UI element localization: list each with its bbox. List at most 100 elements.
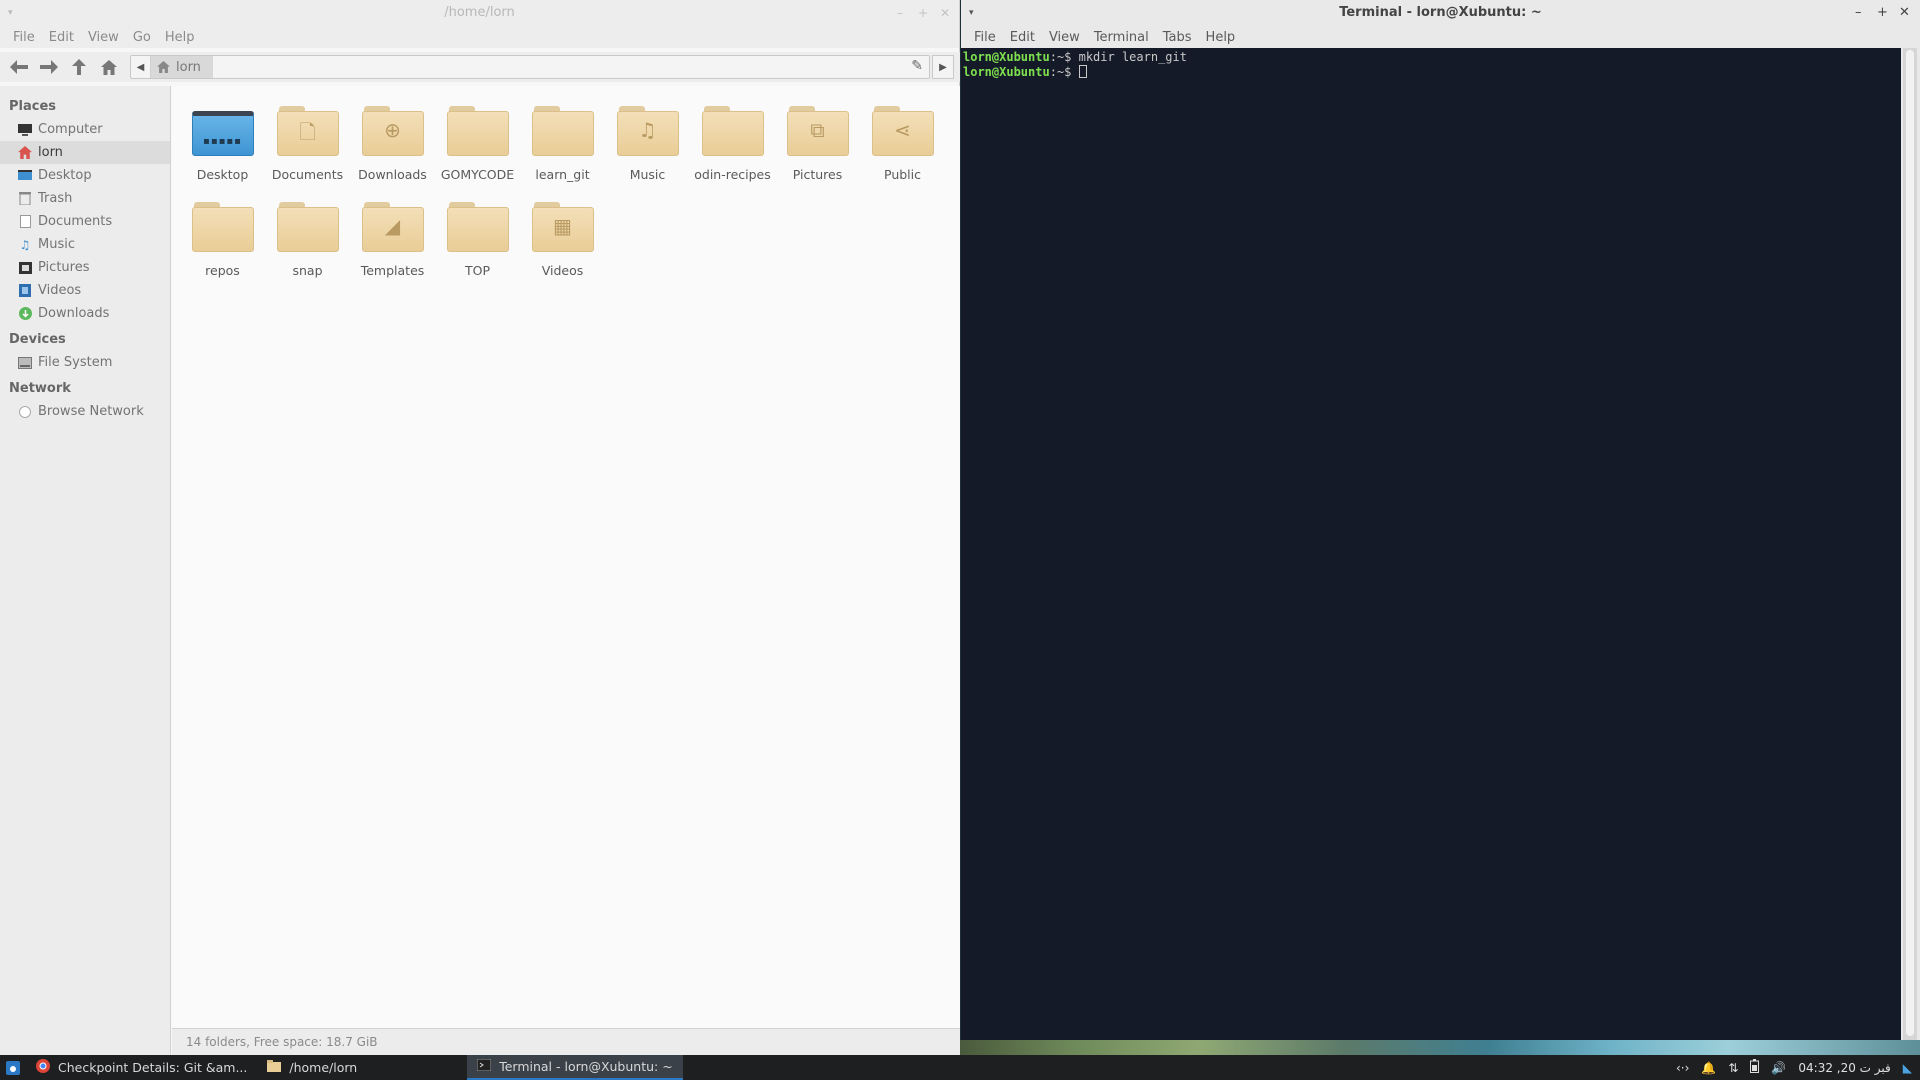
path-crumb-home[interactable]: lorn [151,56,213,78]
chrome-icon [36,1059,50,1076]
folder-item-videos[interactable]: ▦ Videos [520,198,605,278]
sidebar-item-label: File System [38,355,113,370]
sidebar-item-browse-network[interactable]: Browse Network [0,400,170,423]
sidebar-item-videos[interactable]: Videos [0,279,170,302]
folder-icon [191,202,254,252]
path-scroll-left-icon[interactable]: ◀ [131,56,151,78]
scrollbar-thumb[interactable] [1906,50,1914,1036]
folder-item-documents[interactable]: 🗋 Documents [265,102,350,182]
taskbar-item-file-manager[interactable]: /home/lorn [257,1055,367,1080]
path-bar[interactable]: ◀ lorn ✎ [130,55,930,79]
folder-item-desktop[interactable]: ▪▪▪▪▪ Desktop [180,102,265,182]
folder-item-odin-recipes[interactable]: odin-recipes [690,102,775,182]
folder-item-music[interactable]: ♫ Music [605,102,690,182]
folder-label: repos [205,263,240,278]
maximize-icon[interactable]: + [918,0,928,26]
folder-item-public[interactable]: ⋖ Public [860,102,945,182]
fm-titlebar[interactable]: ▾ /home/lorn – + ✕ [0,0,959,26]
minimize-icon[interactable]: – [897,0,903,26]
folder-icon [276,202,339,252]
terminal-scrollbar[interactable] [1903,48,1917,1040]
folder-item-templates[interactable]: ◢ Templates [350,198,435,278]
menu-edit[interactable]: Edit [1003,30,1042,45]
close-icon[interactable]: ✕ [940,0,950,26]
terminal-cursor [1078,65,1087,78]
home-icon[interactable] [94,52,124,82]
sidebar-item-pictures[interactable]: Pictures [0,256,170,279]
volume-icon[interactable]: 🔊 [1771,1061,1786,1075]
documents-folder-icon: 🗋 [276,106,339,156]
pictures-folder-icon: ⧉ [786,106,849,156]
forward-arrow-icon[interactable] [34,52,64,82]
folder-label: Videos [541,263,584,278]
menu-go[interactable]: Go [126,30,158,45]
close-icon[interactable]: ✕ [1899,0,1910,26]
sidebar-item-label: Music [38,237,75,252]
terminal-screen[interactable]: lorn@Xubuntu:~$ mkdir learn_git lorn@Xub… [961,48,1901,1040]
show-desktop-icon[interactable]: ◣ [1903,1061,1912,1075]
menu-tabs[interactable]: Tabs [1156,30,1199,45]
folder-label: Templates [360,263,425,278]
taskbar-item-browser[interactable]: Checkpoint Details: Git &am... [26,1055,257,1080]
sidebar-item-trash[interactable]: Trash [0,187,170,210]
folder-label: TOP [464,263,490,278]
network-arrows-icon[interactable]: ‹·› [1676,1061,1689,1075]
network-transfer-icon[interactable]: ⇅ [1728,1061,1738,1075]
folder-item-top[interactable]: TOP [435,198,520,278]
menu-help[interactable]: Help [158,30,202,45]
sidebar-item-documents[interactable]: Documents [0,210,170,233]
path-scroll-right-icon[interactable]: ▶ [932,55,954,79]
music-icon: ♫ [19,237,31,252]
menu-help[interactable]: Help [1199,30,1243,45]
terminal-command: mkdir learn_git [1078,50,1187,64]
maximize-icon[interactable]: + [1877,0,1888,26]
sidebar-item-computer[interactable]: Computer [0,118,170,141]
sidebar-item-music[interactable]: ♫ Music [0,233,170,256]
minimize-icon[interactable]: – [1855,0,1862,26]
path-crumb-label: lorn [176,59,201,75]
folder-icon [446,202,509,252]
desktop-wallpaper [960,1040,1920,1055]
menu-edit[interactable]: Edit [42,30,81,45]
window-menu-icon[interactable]: ▾ [8,0,13,26]
window-menu-icon[interactable]: ▾ [969,0,974,26]
back-arrow-icon[interactable] [4,52,34,82]
sidebar-item-downloads[interactable]: Downloads [0,302,170,325]
whisker-menu-icon[interactable] [0,1055,26,1080]
folder-label: Desktop [196,167,249,182]
home-icon [157,61,170,73]
sidebar-item-lorn[interactable]: lorn [0,141,170,164]
menu-file[interactable]: File [6,30,42,45]
notification-bell-icon[interactable]: 🔔 [1701,1061,1716,1075]
taskbar-item-label: /home/lorn [289,1060,358,1075]
folder-item-gomycode[interactable]: GOMYCODE [435,102,520,182]
menu-file[interactable]: File [967,30,1003,45]
drive-icon [18,356,32,370]
pencil-icon[interactable]: ✎ [911,58,923,74]
fm-toolbar: ◀ lorn ✎ ▶ [0,52,960,82]
folder-item-learn-git[interactable]: learn_git [520,102,605,182]
folder-item-snap[interactable]: snap [265,198,350,278]
clock[interactable]: 04:32 ,20 فبر ت [1798,1061,1890,1075]
up-arrow-icon[interactable] [64,52,94,82]
folder-item-downloads[interactable]: ⊕ Downloads [350,102,435,182]
folder-item-repos[interactable]: repos [180,198,265,278]
folder-item-pictures[interactable]: ⧉ Pictures [775,102,860,182]
menu-terminal[interactable]: Terminal [1087,30,1156,45]
terminal-line: lorn@Xubuntu:~$ [963,65,1899,80]
terminal-titlebar[interactable]: ▾ Terminal - lorn@Xubuntu: ~ – + ✕ [961,0,1920,26]
menu-view[interactable]: View [1042,30,1087,45]
menu-view[interactable]: View [81,30,126,45]
terminal-prompt-user: lorn@Xubuntu [963,65,1050,79]
folder-view[interactable]: ▪▪▪▪▪ Desktop 🗋 Documents ⊕ Downloads GO… [172,86,960,1028]
taskbar: Checkpoint Details: Git &am... /home/lor… [0,1055,1920,1080]
terminal-window: ▾ Terminal - lorn@Xubuntu: ~ – + ✕ File … [961,0,1920,1040]
sidebar-item-file-system[interactable]: File System [0,351,170,374]
sidebar-item-desktop[interactable]: Desktop [0,164,170,187]
sidebar-item-label: lorn [38,145,63,160]
desktop-icon [18,169,32,183]
battery-icon[interactable] [1750,1059,1760,1076]
downloads-folder-icon: ⊕ [361,106,424,156]
taskbar-item-terminal[interactable]: Terminal - lorn@Xubuntu: ~ [467,1055,683,1080]
videos-icon [18,284,32,298]
